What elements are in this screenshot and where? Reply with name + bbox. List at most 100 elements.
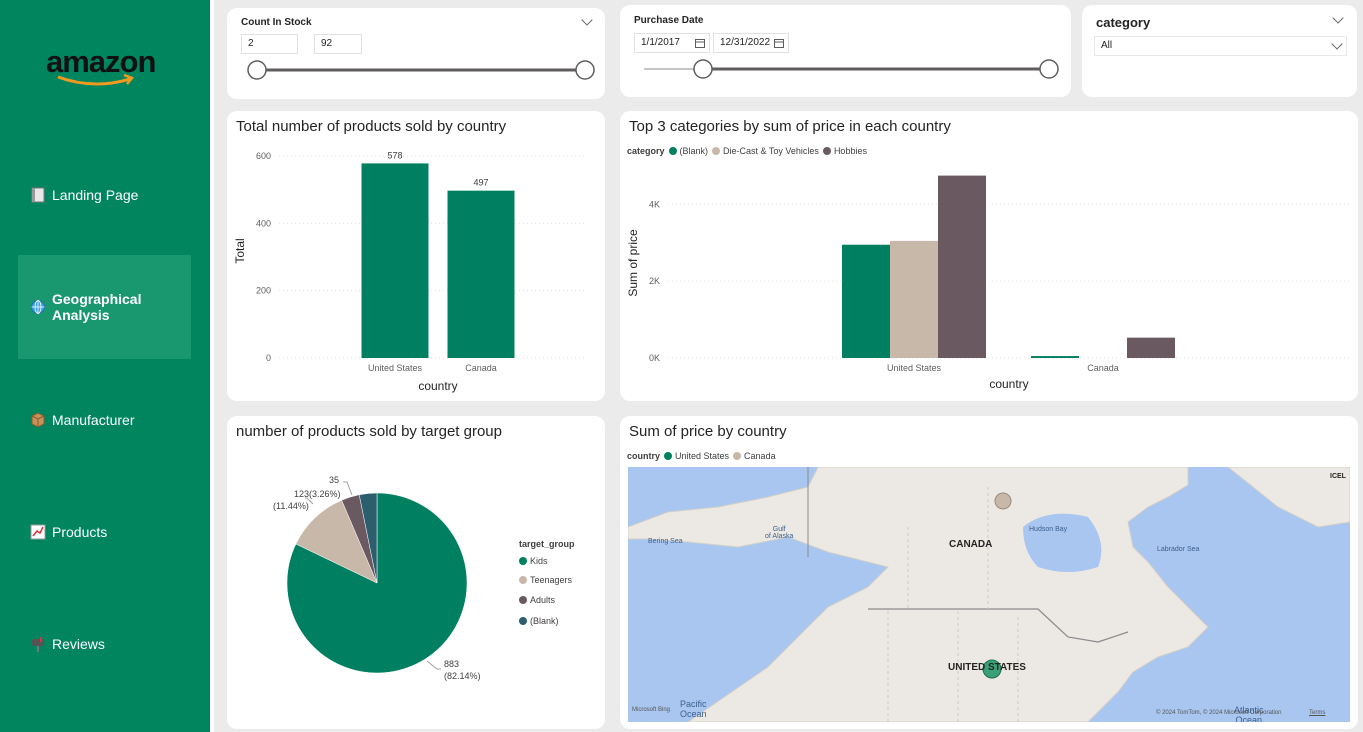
x-tick-label: Canada xyxy=(465,363,497,373)
slicer-title: category xyxy=(1096,15,1151,30)
data-label: 35 xyxy=(329,475,339,485)
legend-item-blank[interactable]: (Blank) xyxy=(515,616,559,626)
legend-item-adults[interactable]: Adults xyxy=(515,595,555,605)
map-legend: country United States Canada xyxy=(627,451,776,461)
calendar-icon[interactable] xyxy=(774,38,784,48)
y-axis-title: Sum of price xyxy=(626,229,640,297)
nav-landing-page[interactable]: Landing Page xyxy=(18,143,191,247)
chart-map: Sum of price by country country United S… xyxy=(620,416,1358,729)
legend-title: country xyxy=(627,451,661,461)
sidebar-divider xyxy=(210,0,214,732)
chevron-down-icon xyxy=(1331,38,1343,50)
date-end-value: 12/31/2022 xyxy=(720,37,771,48)
bar xyxy=(938,175,986,358)
nav-label: Geographical Analysis xyxy=(52,291,142,323)
bar xyxy=(1031,356,1079,358)
legend-label: (Blank) xyxy=(530,616,559,626)
legend-label: Kids xyxy=(530,556,548,566)
map-label-icel: ICEL xyxy=(1330,473,1346,480)
legend-item[interactable]: Canada xyxy=(744,451,776,461)
stock-max-input[interactable]: 92 xyxy=(314,34,362,54)
clustered-bar-chart: 0K 2K 4K United States Canada country Sum of p… xyxy=(626,175,1350,391)
legend-dot xyxy=(519,596,527,604)
map-label-canada: CANADA xyxy=(949,539,993,550)
calendar-icon[interactable] xyxy=(695,38,705,48)
legend-item-kids[interactable]: Kids xyxy=(515,556,548,566)
y-tick-label: 4K xyxy=(649,199,660,209)
category-dropdown[interactable]: All xyxy=(1094,36,1347,56)
legend-label: Teenagers xyxy=(530,575,573,585)
slicer-category: category All xyxy=(1082,5,1357,97)
chevron-down-icon[interactable] xyxy=(581,14,593,26)
x-tick-label: United States xyxy=(887,363,942,373)
leader-line xyxy=(426,660,441,670)
nav-geographical-analysis[interactable]: Geographical Analysis xyxy=(18,255,191,359)
date-range-slider[interactable] xyxy=(620,51,1071,91)
amazon-logo: amazon xyxy=(46,44,166,94)
data-label-pct: (3.26%) xyxy=(309,489,341,499)
data-label: 497 xyxy=(473,178,488,188)
stock-range-slider[interactable] xyxy=(227,53,605,93)
map-label-bering: Bering Sea xyxy=(648,538,683,545)
map-label-pacific: Pacific Ocean xyxy=(680,699,707,719)
x-tick-label: Canada xyxy=(1087,363,1119,373)
slider-handle-max xyxy=(575,60,595,80)
legend-dot xyxy=(733,452,742,460)
map-label-gulf: Gulf of Alaska xyxy=(765,526,794,540)
stock-min-input[interactable]: 2 xyxy=(241,34,298,54)
data-label-pct: (82.14%) xyxy=(444,671,481,681)
book-icon xyxy=(30,187,46,203)
bubble-canada xyxy=(994,492,1012,510)
chart-title: Sum of price by country xyxy=(629,423,787,440)
nav-products[interactable]: Products xyxy=(18,480,191,584)
y-tick-label: 2K xyxy=(649,276,660,286)
legend-dot xyxy=(519,557,527,565)
sidebar: amazon Landing Page Geographical Analysi… xyxy=(0,0,210,732)
bar xyxy=(361,163,429,358)
data-label: 123 xyxy=(294,489,309,499)
data-label: 578 xyxy=(387,150,402,160)
legend-label: Adults xyxy=(530,595,556,605)
box-icon xyxy=(30,412,46,428)
legend-item-teenagers[interactable]: Teenagers xyxy=(515,575,572,585)
legend-item[interactable]: United States xyxy=(675,451,729,461)
slicer-title: Count In Stock xyxy=(241,17,312,28)
bar xyxy=(447,190,515,358)
slicer-purchase-date: Purchase Date 1/1/2017 12/31/2022 xyxy=(620,5,1071,97)
chart-top3-categories: Top 3 categories by sum of price in each… xyxy=(620,111,1358,401)
nav-label: Manufacturer xyxy=(52,412,135,428)
y-axis-title: Total xyxy=(233,238,247,263)
date-start-value: 1/1/2017 xyxy=(641,37,680,48)
nav-label: Reviews xyxy=(52,636,105,652)
bar-chart: 0 200 400 600 578 United States 497 Canada count… xyxy=(233,150,587,393)
mailbox-icon xyxy=(30,636,46,652)
smile-icon xyxy=(57,74,135,86)
bar xyxy=(1127,337,1175,358)
slicer-title: Purchase Date xyxy=(634,15,704,26)
x-tick-label: United States xyxy=(368,363,423,373)
chevron-down-icon[interactable] xyxy=(1332,12,1344,24)
nav-label: Products xyxy=(52,524,108,540)
data-label-pct: (11.44%) xyxy=(273,501,309,511)
data-label: 883 xyxy=(444,659,459,669)
bar xyxy=(842,244,890,358)
nav-reviews[interactable]: Reviews xyxy=(18,592,191,696)
map-label-labrador: Labrador Sea xyxy=(1157,546,1200,553)
slider-handle-start xyxy=(693,59,713,79)
legend-dot xyxy=(519,617,527,625)
legend-title: target_group xyxy=(519,539,575,549)
slicer-count-in-stock: Count In Stock 2 92 xyxy=(227,8,605,99)
y-tick-label: 0 xyxy=(266,353,271,363)
y-tick-label: 400 xyxy=(256,218,271,228)
map-copyright: © 2024 TomTom, © 2024 Microsoft Corporat… xyxy=(1156,710,1282,716)
date-start-input[interactable]: 1/1/2017 xyxy=(634,33,710,53)
date-end-input[interactable]: 12/31/2022 xyxy=(713,33,789,53)
nav-label: Landing Page xyxy=(52,187,139,203)
chart-total-by-country: Total number of products sold by country… xyxy=(227,111,605,401)
nav-manufacturer[interactable]: Manufacturer xyxy=(18,368,191,472)
slider-handle-end xyxy=(1039,59,1059,79)
map-terms-link[interactable]: Terms xyxy=(1309,710,1325,716)
chart-icon xyxy=(30,524,46,540)
map-canvas[interactable]: CANADA UNITED STATES Bering Sea Gulf of … xyxy=(628,467,1350,722)
map-label-usa: UNITED STATES xyxy=(948,662,1026,673)
